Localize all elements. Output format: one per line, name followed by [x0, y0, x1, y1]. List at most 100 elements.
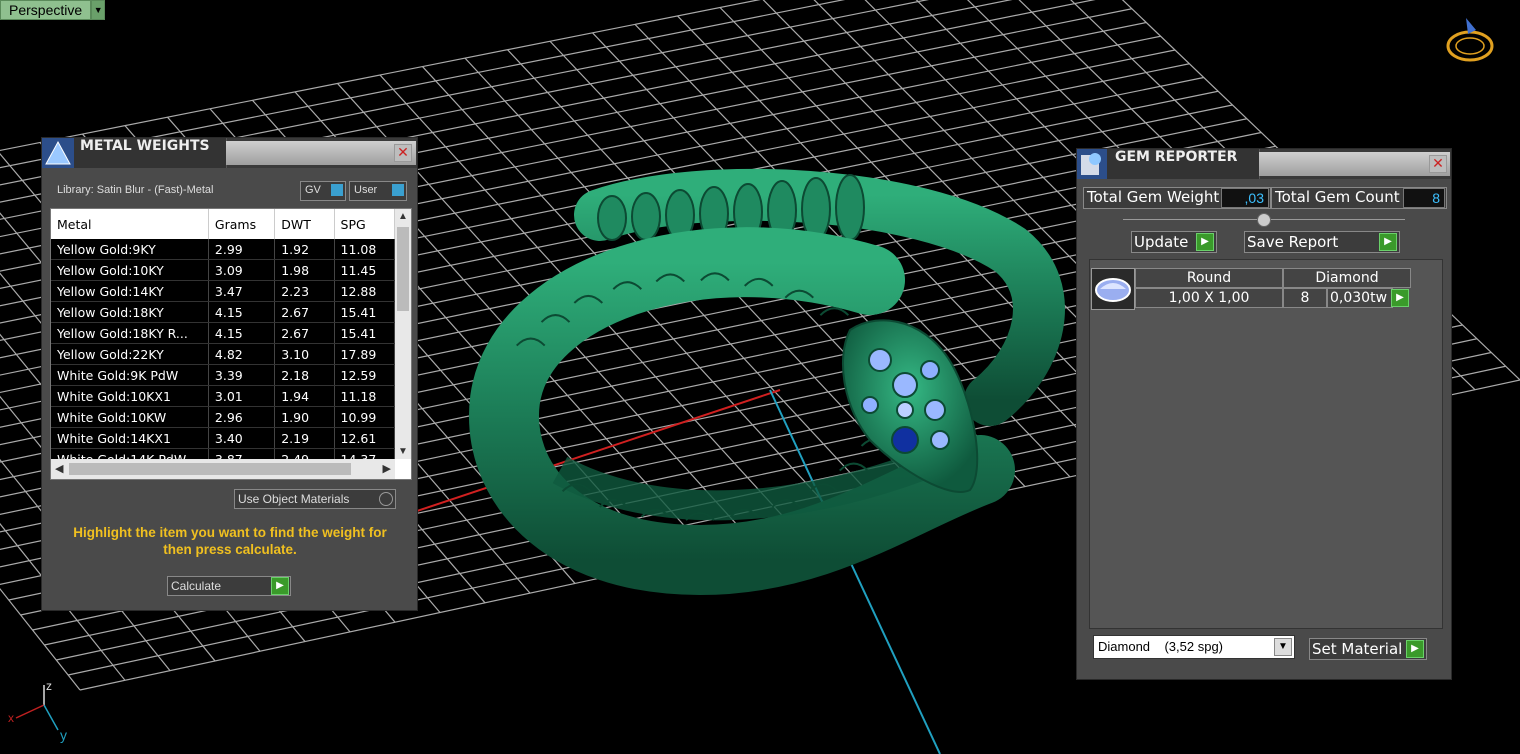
table-row[interactable]: Yellow Gold:10KY 3.09 1.98 11.45	[51, 259, 395, 281]
table-row[interactable]: Yellow Gold:18KY 4.15 2.67 15.41	[51, 301, 395, 323]
dwt-cell: 3.10	[274, 343, 335, 365]
gem-stone	[861, 396, 879, 414]
dwt-cell: 2.49	[274, 448, 335, 459]
column-header-metal[interactable]: Metal	[51, 209, 209, 239]
table-row[interactable]: Yellow Gold:22KY 4.82 3.10 17.89	[51, 343, 395, 365]
scroll-down-icon[interactable]: ▼	[398, 446, 408, 457]
axis-x-label: x	[8, 711, 14, 725]
update-button[interactable]: Update ▶	[1131, 231, 1217, 253]
dwt-cell: 2.19	[274, 427, 335, 449]
library-label: Library: Satin Blur - (Fast)-Metal	[57, 184, 214, 196]
spg-cell: 12.61	[334, 427, 395, 449]
grams-cell: 3.09	[208, 259, 276, 281]
spg-cell: 11.18	[334, 385, 395, 407]
spg-cell: 11.45	[334, 259, 395, 281]
tail-segment	[835, 174, 865, 241]
metal-weights-titlebar[interactable]: METAL WEIGHTS ✕	[42, 138, 417, 168]
material-select[interactable]: Diamond (3,52 spg) ▼	[1093, 635, 1295, 659]
metal-name-cell: Yellow Gold:10KY	[51, 259, 209, 281]
dwt-cell: 1.94	[274, 385, 335, 407]
grams-cell: 3.47	[208, 280, 276, 302]
grams-cell: 4.15	[208, 301, 276, 323]
vscroll-thumb[interactable]	[397, 227, 409, 311]
view-name[interactable]: Perspective	[0, 0, 92, 20]
total-gem-weight-label: Total Gem Weight	[1087, 188, 1220, 206]
total-gem-weight-value: ,03	[1221, 188, 1269, 208]
metal-table-vscroll[interactable]: ▲ ▼	[395, 209, 411, 459]
metal-table[interactable]: Metal Grams DWT SPG Yellow Gold:9KY 2.99 1…	[50, 208, 412, 480]
metal-weights-title: METAL WEIGHTS	[80, 138, 210, 154]
play-arrow-icon[interactable]: ▶	[1391, 289, 1409, 307]
set-material-button[interactable]: Set Material ▶	[1309, 638, 1427, 660]
metal-name-cell: White Gold:14KX1	[51, 427, 209, 449]
tail-segment	[597, 195, 627, 241]
user-toggle[interactable]: User	[349, 181, 407, 201]
grams-cell: 3.87	[208, 448, 276, 459]
grams-cell: 2.96	[208, 406, 276, 428]
scroll-left-icon[interactable]: ◀	[55, 462, 63, 475]
gem-stone	[896, 401, 914, 419]
column-header-grams[interactable]: Grams	[208, 209, 276, 239]
metal-name-cell: Yellow Gold:14KY	[51, 280, 209, 302]
splitter-handle[interactable]	[1257, 213, 1271, 227]
metal-name-cell: Yellow Gold:9KY	[51, 239, 209, 260]
gem-stone	[868, 348, 892, 372]
gem-stone	[924, 399, 946, 421]
calculate-button[interactable]: Calculate ▶	[167, 576, 291, 596]
scroll-right-icon[interactable]: ▶	[383, 462, 391, 475]
metal-name-cell: Yellow Gold:18KY R...	[51, 322, 209, 344]
tail-segment	[631, 192, 661, 241]
table-row[interactable]: White Gold:14KX1 3.40 2.19 12.61	[51, 427, 395, 449]
play-arrow-icon: ▶	[1196, 233, 1214, 251]
grams-cell: 4.15	[208, 322, 276, 344]
metal-table-hscroll[interactable]: ◀ ▶	[51, 459, 395, 479]
dwt-cell: 2.67	[274, 301, 335, 323]
table-row[interactable]: Yellow Gold:18KY R... 4.15 2.67 15.41	[51, 322, 395, 344]
spg-cell: 17.89	[334, 343, 395, 365]
gv-toggle[interactable]: GV	[300, 181, 346, 201]
gem-shape: Round	[1135, 268, 1283, 288]
hscroll-thumb[interactable]	[69, 463, 351, 475]
column-header-dwt[interactable]: DWT	[274, 209, 335, 239]
table-row[interactable]: White Gold:10KW 2.96 1.90 10.99	[51, 406, 395, 428]
view-selector[interactable]: Perspective ▼	[0, 0, 106, 20]
table-row[interactable]: White Gold:14K PdW 3.87 2.49 14.37	[51, 448, 395, 459]
table-row[interactable]: Yellow Gold:9KY 2.99 1.92 11.08	[51, 239, 395, 260]
close-icon[interactable]: ✕	[1429, 155, 1447, 173]
metal-name-cell: White Gold:10KW	[51, 406, 209, 428]
save-report-button[interactable]: Save Report ▶	[1244, 231, 1400, 253]
grams-cell: 2.99	[208, 239, 276, 260]
tail-segment	[801, 177, 831, 241]
gem-stone	[920, 360, 940, 380]
grams-cell: 3.01	[208, 385, 276, 407]
axis-z-label: z	[46, 679, 52, 693]
gem-reporter-title: GEM REPORTER	[1115, 149, 1238, 165]
play-arrow-icon: ▶	[271, 577, 289, 595]
use-object-materials-toggle[interactable]: Use Object Materials	[234, 489, 396, 509]
dwt-cell: 2.18	[274, 364, 335, 386]
chevron-down-icon[interactable]: ▼	[1274, 638, 1292, 656]
scroll-up-icon[interactable]: ▲	[398, 211, 408, 222]
metal-name-cell: Yellow Gold:18KY	[51, 301, 209, 323]
column-header-spg[interactable]: SPG	[334, 209, 395, 239]
table-row[interactable]: Yellow Gold:14KY 3.47 2.23 12.88	[51, 280, 395, 302]
grams-cell: 3.39	[208, 364, 276, 386]
gem-count: 8	[1283, 288, 1327, 308]
chevron-down-icon[interactable]: ▼	[91, 0, 106, 20]
spg-cell: 12.59	[334, 364, 395, 386]
table-row[interactable]: White Gold:9K PdW 3.39 2.18 12.59	[51, 364, 395, 386]
gem-stone	[892, 372, 918, 398]
spg-cell: 14.37	[334, 448, 395, 459]
spg-cell: 10.99	[334, 406, 395, 428]
close-icon[interactable]: ✕	[394, 144, 412, 162]
metal-weights-panel: METAL WEIGHTS ✕ Library: Satin Blur - (F…	[41, 137, 418, 611]
gem-list[interactable]: Round Diamond 1,00 X 1,00 8 0,030tw ▶	[1089, 259, 1443, 629]
spg-cell: 15.41	[334, 322, 395, 344]
table-row[interactable]: White Gold:10KX1 3.01 1.94 11.18	[51, 385, 395, 407]
spg-cell: 11.08	[334, 239, 395, 260]
grams-cell: 4.82	[208, 343, 276, 365]
gem-reporter-titlebar[interactable]: GEM REPORTER ✕	[1077, 149, 1451, 179]
dwt-cell: 2.23	[274, 280, 335, 302]
gem-thumbnail	[1091, 268, 1135, 310]
metal-name-cell: White Gold:9K PdW	[51, 364, 209, 386]
